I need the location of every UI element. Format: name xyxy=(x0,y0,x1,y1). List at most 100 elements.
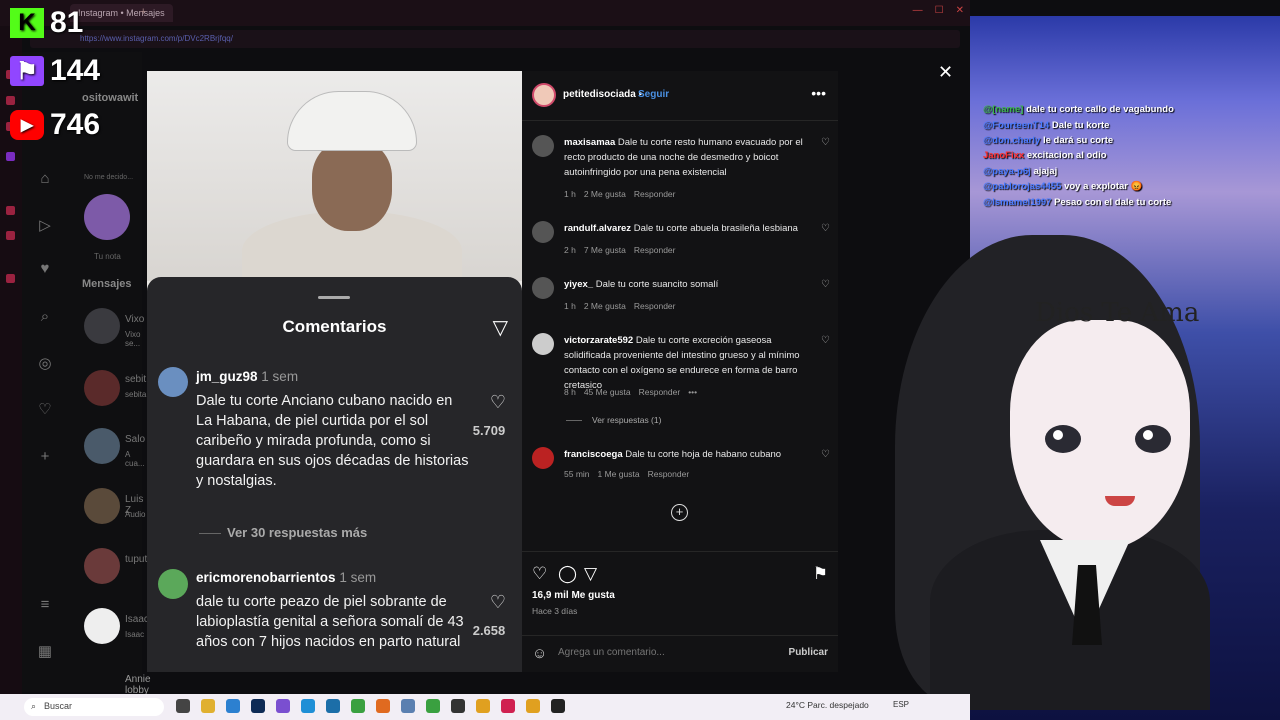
app-icon[interactable] xyxy=(351,699,365,713)
like-heart-icon[interactable]: ♡ xyxy=(821,335,830,346)
firefox-icon[interactable] xyxy=(376,699,390,713)
note-avatar[interactable] xyxy=(84,194,130,240)
comment-username[interactable]: jm_guz98 xyxy=(196,369,258,384)
view-more-replies[interactable]: Ver 30 respuestas más xyxy=(227,525,367,540)
activity-icon[interactable]: ♥ xyxy=(36,260,54,278)
comment-avatar[interactable] xyxy=(532,135,554,157)
like-heart-icon[interactable]: ♡ xyxy=(821,137,830,148)
follow-button[interactable]: Seguir xyxy=(638,89,669,100)
app-icon[interactable] xyxy=(226,699,240,713)
more-options-icon[interactable]: ••• xyxy=(811,85,826,101)
minimize-icon[interactable]: — xyxy=(913,5,923,16)
conversation-avatar[interactable] xyxy=(84,488,120,524)
reply-button[interactable]: Responder xyxy=(634,301,676,311)
twitch-sidebar-icon[interactable] xyxy=(6,152,15,161)
comment-likes[interactable]: 45 Me gusta xyxy=(584,387,631,397)
sidebar-app-icon[interactable] xyxy=(6,231,15,240)
publish-button[interactable]: Publicar xyxy=(789,647,828,658)
share-icon[interactable]: ▽ xyxy=(584,564,597,584)
reels-icon[interactable]: ▷ xyxy=(36,216,54,234)
filter-icon[interactable]: ▽ xyxy=(493,315,508,340)
comment-avatar[interactable] xyxy=(532,333,554,355)
post-likes[interactable]: 16,9 mil Me gusta xyxy=(532,590,615,601)
weather-widget[interactable]: 24°C Parc. despejado xyxy=(786,700,869,710)
conversation-name[interactable]: Vixo xyxy=(125,314,144,325)
app-icon[interactable] xyxy=(326,699,340,713)
conversation-avatar[interactable] xyxy=(84,370,120,406)
close-window-icon[interactable]: ✕ xyxy=(956,5,964,16)
reply-button[interactable]: Responder xyxy=(634,245,676,255)
like-heart-icon[interactable]: ♡ xyxy=(821,449,830,460)
comment-likes[interactable]: 2 Me gusta xyxy=(584,189,626,199)
conversation-name[interactable]: Isaac xyxy=(125,614,149,625)
opera-icon[interactable] xyxy=(501,699,515,713)
more-menu-icon[interactable]: ≡ xyxy=(36,596,54,614)
close-modal-icon[interactable]: ✕ xyxy=(938,62,953,83)
sidebar-app-icon[interactable] xyxy=(6,96,15,105)
conversation-name[interactable]: Salo xyxy=(125,434,145,445)
conversation-avatar[interactable] xyxy=(84,608,120,644)
conversation-name[interactable]: Annie lobby xyxy=(125,674,151,696)
sidebar-app-icon[interactable] xyxy=(6,274,15,283)
comment-likes[interactable]: 1 Me gusta xyxy=(598,469,640,479)
new-tab-icon[interactable]: + xyxy=(140,6,146,18)
like-heart-icon[interactable]: ♡ xyxy=(532,564,547,584)
like-heart-icon[interactable]: ♡ xyxy=(821,279,830,290)
view-replies[interactable]: Ver respuestas (1) xyxy=(592,415,661,425)
comment-username[interactable]: yiyex_ xyxy=(564,279,593,290)
apps-icon[interactable]: ▦ xyxy=(36,642,54,660)
comment-likes[interactable]: 7 Me gusta xyxy=(584,245,626,255)
conversation-name[interactable]: tuput xyxy=(125,554,147,565)
sidebar-app-icon[interactable] xyxy=(6,206,15,215)
app-icon[interactable] xyxy=(451,699,465,713)
comment-username[interactable]: ericmorenobarrientos xyxy=(196,570,336,585)
like-heart-icon[interactable]: ♡ xyxy=(490,392,506,413)
comment-more-icon[interactable]: ••• xyxy=(688,387,697,397)
task-view-icon[interactable] xyxy=(176,699,190,713)
app-icon[interactable] xyxy=(476,699,490,713)
conversation-avatar[interactable] xyxy=(84,308,120,344)
reply-button[interactable]: Responder xyxy=(648,469,690,479)
comment-avatar[interactable] xyxy=(158,367,188,397)
bookmark-icon[interactable]: ⚑ xyxy=(813,564,828,584)
taskbar-search[interactable]: ⌕ Buscar xyxy=(24,698,164,716)
file-explorer-icon[interactable] xyxy=(201,699,215,713)
author-avatar[interactable] xyxy=(532,83,556,107)
chrome-icon[interactable] xyxy=(426,699,440,713)
app-icon[interactable] xyxy=(526,699,540,713)
create-icon[interactable]: + xyxy=(36,448,54,466)
home-icon[interactable]: ⌂ xyxy=(36,170,54,188)
notifications-icon[interactable]: ♡ xyxy=(36,400,54,418)
reply-button[interactable]: Responder xyxy=(639,387,681,397)
load-more-comments-icon[interactable]: + xyxy=(671,504,688,521)
reply-button[interactable]: Responder xyxy=(634,189,676,199)
app-icon[interactable] xyxy=(401,699,415,713)
app-icon[interactable] xyxy=(276,699,290,713)
post-photo[interactable] xyxy=(147,71,522,291)
address-bar[interactable]: https://www.instagram.com/p/DVc2RBrjfqq/ xyxy=(30,30,960,48)
conversation-name[interactable]: sebit xyxy=(125,374,146,385)
comment-input[interactable] xyxy=(558,647,758,658)
comment-icon[interactable]: ◯ xyxy=(558,564,577,584)
comment-avatar[interactable] xyxy=(532,221,554,243)
comment-username[interactable]: randulf.alvarez xyxy=(564,223,631,234)
obs-icon[interactable] xyxy=(551,699,565,713)
comment-username[interactable]: franciscoega xyxy=(564,449,623,460)
comment-username[interactable]: victorzarate592 xyxy=(564,335,633,346)
emoji-icon[interactable]: ☺ xyxy=(532,645,547,662)
comment-avatar[interactable] xyxy=(158,569,188,599)
comment-username[interactable]: maxisamaa xyxy=(564,137,615,148)
app-icon[interactable] xyxy=(251,699,265,713)
like-heart-icon[interactable]: ♡ xyxy=(821,223,830,234)
search-icon[interactable]: ⌕ xyxy=(36,308,54,326)
browser-tab[interactable]: Instagram • Mensajes xyxy=(70,4,173,22)
explore-icon[interactable]: ◎ xyxy=(36,354,54,372)
like-heart-icon[interactable]: ♡ xyxy=(490,592,506,613)
edge-icon[interactable] xyxy=(301,699,315,713)
conversation-avatar[interactable] xyxy=(84,548,120,584)
author-username[interactable]: petitedisociada • xyxy=(563,89,642,100)
comment-avatar[interactable] xyxy=(532,447,554,469)
sheet-handle[interactable] xyxy=(318,296,350,299)
language-indicator[interactable]: ESP xyxy=(893,700,909,709)
maximize-icon[interactable]: ☐ xyxy=(935,5,944,16)
